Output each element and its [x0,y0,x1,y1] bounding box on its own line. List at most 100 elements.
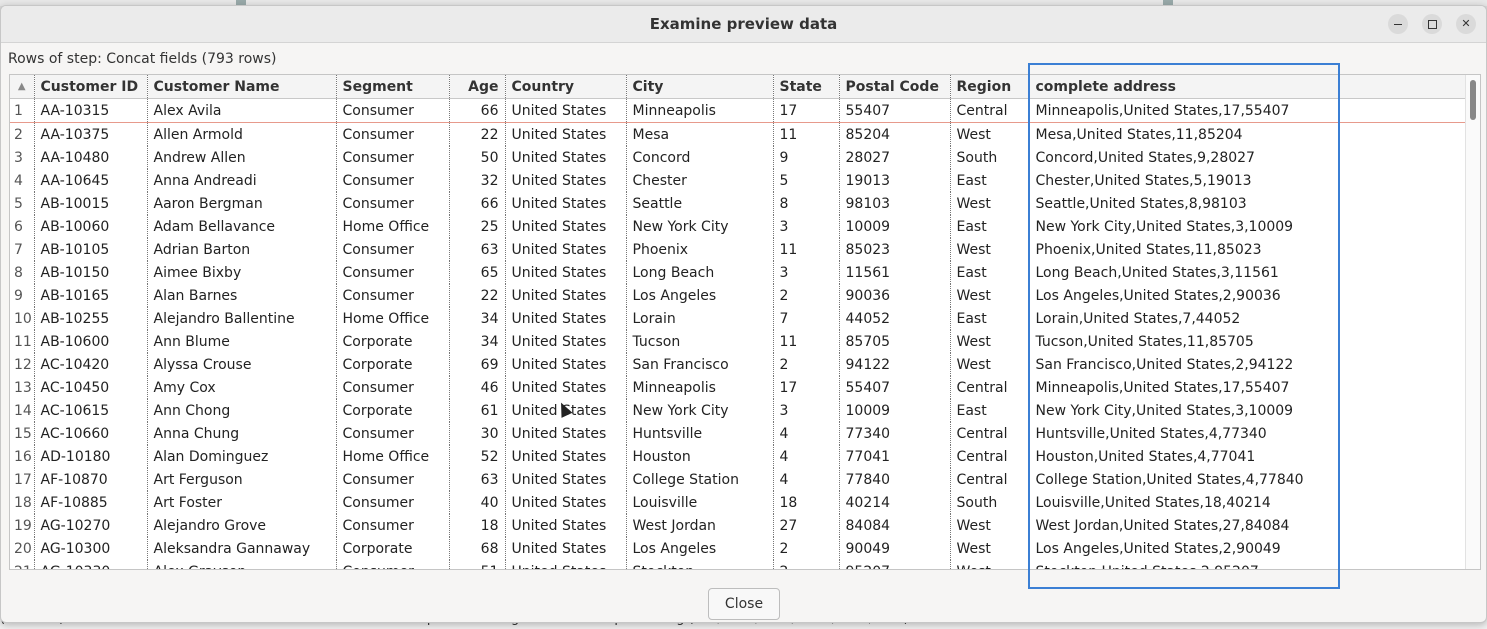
row-number[interactable]: 10 [10,307,35,330]
table-row[interactable]: 18 AF-10885 Art Foster Consumer 40 United Sta… [10,491,1467,514]
cell-region[interactable]: East [950,399,1030,422]
cell-country[interactable]: United States [505,169,627,192]
cell-complete-address[interactable]: West Jordan,United States,27,84084 [1029,514,1467,537]
cell-customer-id[interactable]: AC-10660 [34,422,148,445]
cell-customer-name[interactable]: Anna Chung [147,422,337,445]
column-header-customer-id[interactable]: Customer ID [34,75,148,99]
cell-customer-name[interactable]: Art Ferguson [147,468,337,491]
cell-region[interactable]: East [950,169,1030,192]
cell-age[interactable]: 66 [449,192,506,215]
window-close-button[interactable]: ✕ [1456,14,1476,34]
cell-segment[interactable]: Consumer [336,514,450,537]
cell-postal-code[interactable]: 77840 [839,468,951,491]
cell-city[interactable]: Mesa [626,122,774,146]
cell-customer-id[interactable]: AG-10270 [34,514,148,537]
cell-city[interactable]: Phoenix [626,238,774,261]
cell-city[interactable]: New York City [626,215,774,238]
column-header-postal-code[interactable]: Postal Code [839,75,951,99]
cell-state[interactable]: 27 [773,514,840,537]
cell-complete-address[interactable]: Los Angeles,United States,2,90049 [1029,537,1467,560]
cell-complete-address[interactable]: Long Beach,United States,3,11561 [1029,261,1467,284]
cell-age[interactable]: 30 [449,422,506,445]
cell-customer-name[interactable]: Art Foster [147,491,337,514]
cell-age[interactable]: 34 [449,330,506,353]
table-row[interactable]: 3 AA-10480 Andrew Allen Consumer 50 United St… [10,146,1467,169]
row-number[interactable]: 13 [10,376,35,399]
cell-postal-code[interactable]: 77041 [839,445,951,468]
cell-complete-address[interactable]: Chester,United States,5,19013 [1029,169,1467,192]
cell-age[interactable]: 51 [449,560,506,569]
cell-postal-code[interactable]: 98103 [839,192,951,215]
table-row[interactable]: 21AG-10330Alex GraysonConsumer51United S… [10,560,1467,569]
cell-customer-id[interactable]: AC-10420 [34,353,148,376]
cell-postal-code[interactable]: 84084 [839,514,951,537]
table-row[interactable]: 14 AC-10615 Ann Chong Corporate 61 United Sta… [10,399,1467,422]
cell-state[interactable]: 11 [773,330,840,353]
cell-complete-address[interactable]: Concord,United States,9,28027 [1029,146,1467,169]
cell-country[interactable]: United States [505,514,627,537]
cell-customer-id[interactable]: AA-10645 [34,169,148,192]
cell-postal-code[interactable]: 11561 [839,261,951,284]
cell-age[interactable]: 65 [449,261,506,284]
cell-customer-id[interactable]: AC-10615 [34,399,148,422]
table-row[interactable]: 2 AA-10375 Allen Armold Consumer 22 United St… [10,122,1467,146]
cell-postal-code[interactable]: 85023 [839,238,951,261]
cell-city[interactable]: Stockton [626,560,774,569]
cell-region[interactable]: West [950,560,1030,569]
cell-postal-code[interactable]: 19013 [839,169,951,192]
cell-customer-id[interactable]: AG-10330 [34,560,148,569]
row-number[interactable]: 18 [10,491,35,514]
row-number[interactable]: 12 [10,353,35,376]
cell-customer-name[interactable]: Aimee Bixby [147,261,337,284]
cell-customer-name[interactable]: Aaron Bergman [147,192,337,215]
cell-customer-name[interactable]: Ann Chong [147,399,337,422]
cell-state[interactable]: 7 [773,307,840,330]
cell-complete-address[interactable]: San Francisco,United States,2,94122 [1029,353,1467,376]
cell-city[interactable]: Concord [626,146,774,169]
row-number[interactable]: 4 [10,169,35,192]
cell-customer-id[interactable]: AB-10060 [34,215,148,238]
cell-state[interactable]: 4 [773,468,840,491]
cell-country[interactable]: United States [505,307,627,330]
cell-age[interactable]: 46 [449,376,506,399]
cell-postal-code[interactable]: 10009 [839,215,951,238]
cell-city[interactable]: Tucson [626,330,774,353]
cell-segment[interactable]: Consumer [336,98,450,123]
cell-segment[interactable]: Home Office [336,307,450,330]
cell-age[interactable]: 50 [449,146,506,169]
cell-customer-name[interactable]: Alex Avila [147,98,337,123]
cell-city[interactable]: West Jordan [626,514,774,537]
cell-country[interactable]: United States [505,215,627,238]
cell-postal-code[interactable]: 94122 [839,353,951,376]
cell-country[interactable]: United States [505,445,627,468]
table-row[interactable]: 9 AB-10165 Alan Barnes Consumer 22 United Sta… [10,284,1467,307]
cell-country[interactable]: United States [505,376,627,399]
cell-region[interactable]: Central [950,422,1030,445]
cell-postal-code[interactable]: 10009 [839,399,951,422]
column-header-complete-address[interactable]: complete address [1029,75,1467,99]
cell-age[interactable]: 40 [449,491,506,514]
preview-data-grid[interactable]: ▲ Customer ID Customer Name Segment Age Count… [9,74,1481,570]
cell-country[interactable]: United States [505,261,627,284]
cell-city[interactable]: Huntsville [626,422,774,445]
table-row[interactable]: 12 AC-10420 Alyssa Crouse Corporate 69 United… [10,353,1467,376]
cell-complete-address[interactable]: Lorain,United States,7,44052 [1029,307,1467,330]
cell-segment[interactable]: Consumer [336,560,450,569]
table-row[interactable]: 5 AB-10015 Aaron Bergman Consumer 66 United S… [10,192,1467,215]
cell-segment[interactable]: Consumer [336,422,450,445]
cell-state[interactable]: 17 [773,98,840,123]
cell-age[interactable]: 68 [449,537,506,560]
cell-state[interactable]: 2 [773,537,840,560]
cell-age[interactable]: 63 [449,468,506,491]
cell-state[interactable]: 2 [773,560,840,569]
cell-segment[interactable]: Corporate [336,537,450,560]
cell-customer-id[interactable]: AB-10015 [34,192,148,215]
cell-complete-address[interactable]: New York City,United States,3,10009 [1029,399,1467,422]
cell-segment[interactable]: Consumer [336,491,450,514]
cell-complete-address[interactable]: Stockton,United States,2,95207 [1029,560,1467,569]
cell-customer-name[interactable]: Ann Blume [147,330,337,353]
cell-country[interactable]: United States [505,422,627,445]
cell-segment[interactable]: Consumer [336,169,450,192]
cell-region[interactable]: South [950,146,1030,169]
scrollbar-thumb[interactable] [1470,80,1476,120]
